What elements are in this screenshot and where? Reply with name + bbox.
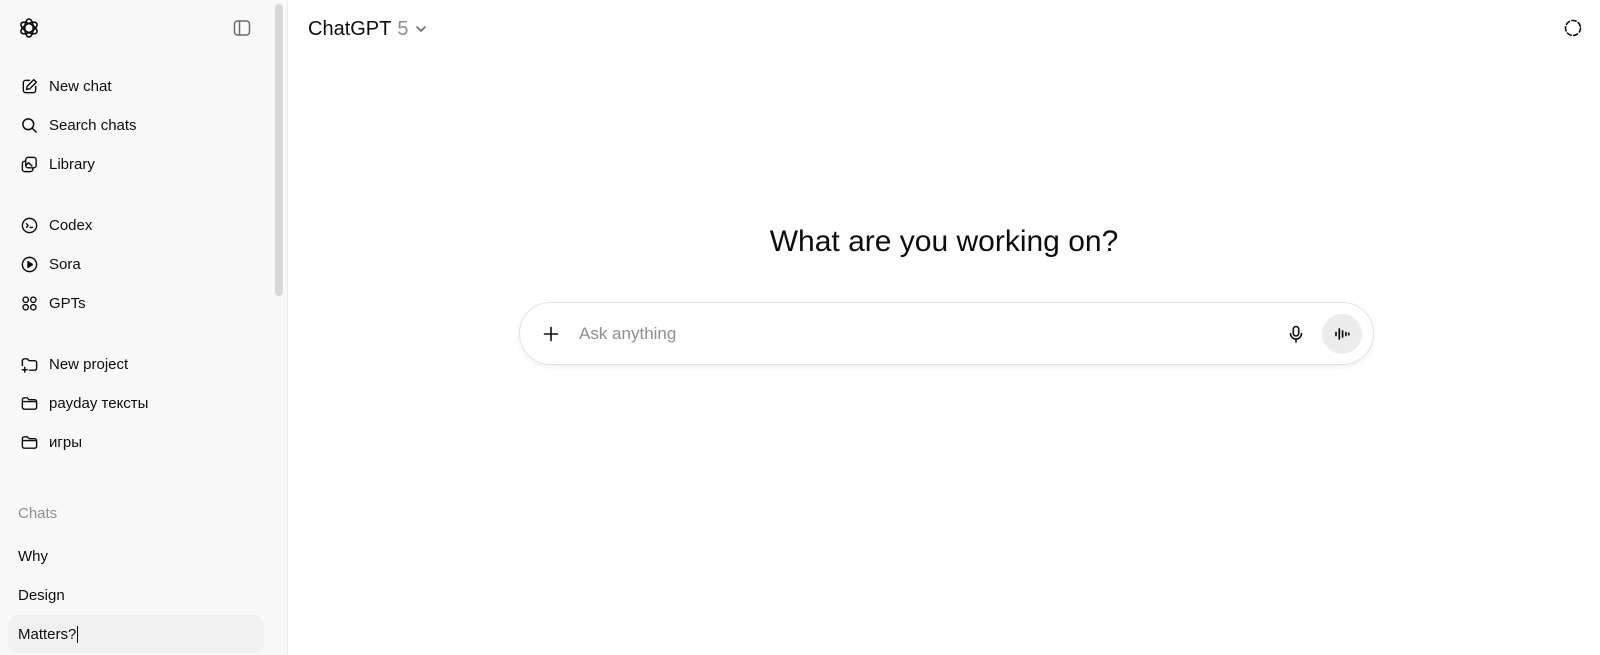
nav-label: payday тексты (49, 394, 149, 412)
plus-icon (541, 324, 561, 344)
sora-button[interactable]: Sora (8, 246, 264, 282)
page-headline: What are you working on? (769, 225, 1119, 258)
edit-icon (18, 75, 40, 97)
voice-mode-button[interactable] (1322, 313, 1362, 354)
nav-label: GPTs (49, 294, 86, 312)
model-version: 5 (397, 17, 409, 40)
sidebar-scrollbar[interactable] (275, 4, 283, 296)
prompt-composer (519, 302, 1374, 365)
chat-title: Matters? (18, 625, 77, 643)
images-icon (18, 153, 40, 175)
new-project-button[interactable]: New project (8, 346, 264, 382)
chat-item-active[interactable]: Matters? (8, 615, 264, 653)
folder-plus-icon (18, 353, 40, 375)
library-button[interactable]: Library (8, 146, 264, 182)
chevron-down-icon (414, 22, 428, 36)
project-item-games[interactable]: игры (8, 424, 264, 460)
nav-label: Sora (49, 255, 81, 273)
model-picker-button[interactable]: ChatGPT 5 (308, 15, 428, 43)
codex-button[interactable]: Codex (8, 207, 264, 243)
openai-logo-icon[interactable] (16, 15, 42, 41)
chats-section-label: Chats (18, 505, 58, 522)
terminal-icon (18, 214, 40, 236)
chat-item[interactable]: Why (8, 537, 264, 575)
dictate-button[interactable] (1278, 316, 1314, 352)
new-chat-button[interactable]: New chat (8, 68, 264, 104)
waveform-icon (1332, 324, 1352, 344)
gpts-button[interactable]: GPTs (8, 285, 264, 321)
add-attachment-button[interactable] (533, 316, 569, 352)
nav-label: Library (49, 155, 95, 173)
folder-icon (18, 392, 40, 414)
nav-label: New project (49, 355, 129, 373)
dashed-circle-icon[interactable] (1560, 15, 1586, 41)
microphone-icon (1286, 324, 1306, 344)
text-caret (77, 625, 79, 643)
search-icon (18, 114, 40, 136)
chat-item[interactable]: Design (8, 576, 264, 614)
sidebar-scroll-area: New chat Search chats Library Codex Sora… (0, 0, 275, 655)
chat-title: Why (18, 547, 48, 565)
folder-icon (18, 431, 40, 453)
search-chats-button[interactable]: Search chats (8, 107, 264, 143)
chat-title: Design (18, 586, 65, 604)
nav-label: Codex (49, 216, 93, 234)
grid-icon (18, 292, 40, 314)
model-name: ChatGPT (308, 17, 392, 40)
app-window: New chat Search chats Library Codex Sora… (0, 0, 1600, 655)
sidebar-toggle-icon[interactable] (229, 15, 255, 41)
prompt-input[interactable] (579, 315, 1278, 352)
main-panel: ChatGPT 5 What are you working on? (288, 0, 1600, 655)
sidebar: New chat Search chats Library Codex Sora… (0, 0, 288, 655)
play-icon (18, 253, 40, 275)
nav-label: Search chats (49, 116, 137, 134)
project-item-payday[interactable]: payday тексты (8, 385, 264, 421)
nav-label: игры (49, 433, 82, 451)
nav-label: New chat (49, 77, 112, 95)
